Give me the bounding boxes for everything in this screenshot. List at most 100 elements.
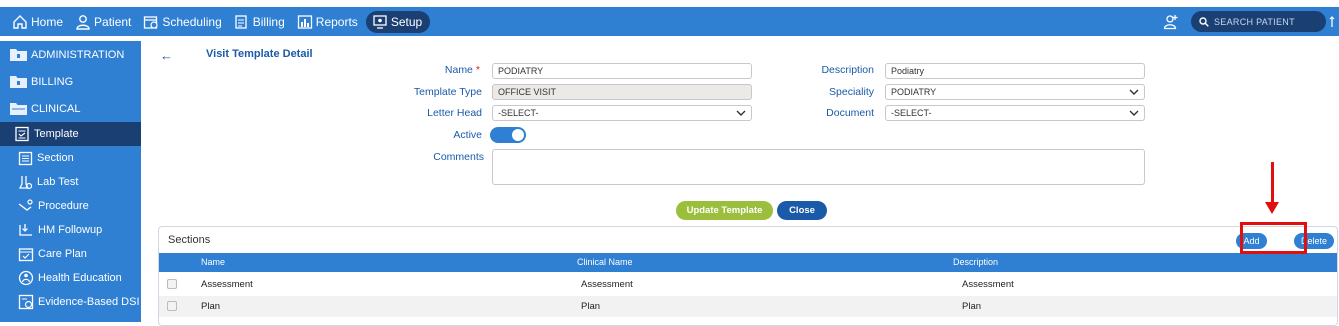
sidebar-item-health-education[interactable]: Health Education bbox=[0, 266, 141, 290]
sidebar-item-section[interactable]: Section bbox=[0, 146, 141, 170]
sidebar-item-label: Health Education bbox=[38, 272, 122, 284]
sidebar-item-label: Template bbox=[34, 128, 79, 140]
sidebar-item-hm-followup[interactable]: HM Followup bbox=[0, 218, 141, 242]
billing-icon bbox=[235, 14, 247, 29]
active-toggle[interactable] bbox=[490, 127, 526, 143]
row-checkbox[interactable] bbox=[167, 279, 177, 289]
description-input[interactable]: Podiatry bbox=[885, 63, 1145, 79]
sections-table-header: Name Clinical Name Description bbox=[159, 253, 1337, 272]
letter-head-select[interactable]: -SELECT- bbox=[492, 105, 752, 121]
template-icon bbox=[15, 126, 29, 142]
sidebar-item-billing[interactable]: BILLING bbox=[0, 68, 141, 95]
health-education-icon bbox=[18, 270, 34, 286]
sidebar-item-label: Section bbox=[37, 152, 74, 164]
active-label: Active bbox=[453, 129, 482, 141]
nav-scheduling[interactable]: Scheduling bbox=[143, 11, 222, 33]
comments-textarea[interactable] bbox=[492, 149, 1145, 185]
letter-head-value: -SELECT- bbox=[498, 108, 539, 118]
search-icon bbox=[1199, 16, 1209, 27]
document-select[interactable]: -SELECT- bbox=[885, 105, 1145, 121]
row-name: Plan bbox=[201, 301, 221, 312]
speciality-value: PODIATRY bbox=[891, 87, 937, 97]
search-placeholder: SEARCH PATIENT bbox=[1214, 16, 1295, 27]
nav-home[interactable]: Home bbox=[12, 11, 63, 33]
sidebar-group-label: CLINICAL bbox=[31, 102, 81, 115]
row-description: Assessment bbox=[962, 279, 1014, 290]
procedure-icon bbox=[18, 198, 33, 211]
update-template-button[interactable]: Update Template bbox=[676, 201, 773, 220]
sidebar-item-lab-test[interactable]: Lab Test bbox=[0, 170, 141, 194]
nav-setup-label: Setup bbox=[390, 14, 423, 29]
sidebar-group-label: ADMINISTRATION bbox=[31, 48, 125, 61]
top-right-tools: SEARCH PATIENT bbox=[1163, 7, 1339, 36]
sidebar-item-procedure[interactable]: Procedure bbox=[0, 194, 141, 218]
user-icon bbox=[76, 14, 90, 30]
search-patient-input[interactable]: SEARCH PATIENT bbox=[1191, 11, 1326, 32]
table-row[interactable]: Assessment Assessment Assessment bbox=[159, 274, 1337, 295]
nav-billing-label: Billing bbox=[252, 14, 285, 29]
page-title: Visit Template Detail bbox=[206, 48, 313, 60]
speciality-label: Speciality bbox=[829, 86, 874, 98]
chevron-down-icon bbox=[1129, 110, 1139, 116]
nav-patient-label: Patient bbox=[94, 14, 132, 29]
lab-test-icon bbox=[18, 175, 33, 189]
folder-icon bbox=[10, 76, 27, 88]
column-header-name[interactable]: Name bbox=[201, 253, 225, 272]
row-checkbox[interactable] bbox=[167, 301, 177, 311]
setup-icon bbox=[373, 14, 387, 29]
name-label: Name * bbox=[444, 64, 480, 76]
comments-label: Comments bbox=[433, 151, 484, 163]
row-description: Plan bbox=[962, 301, 982, 312]
add-user-icon[interactable] bbox=[1163, 14, 1179, 30]
template-type-label: Template Type bbox=[413, 86, 482, 98]
swap-icon[interactable] bbox=[1329, 15, 1339, 29]
evidence-icon bbox=[18, 294, 34, 310]
sections-panel: Sections Add Delete Name Clinical Name D… bbox=[158, 226, 1338, 326]
sidebar-item-label: Lab Test bbox=[37, 176, 79, 188]
nav-billing[interactable]: Billing bbox=[234, 11, 285, 33]
home-icon bbox=[13, 14, 27, 29]
nav-scheduling-label: Scheduling bbox=[162, 14, 222, 29]
sidebar: ADMINISTRATION BILLING CLINICAL Template… bbox=[0, 41, 141, 322]
nav-setup[interactable]: Setup bbox=[365, 10, 431, 33]
back-arrow-icon[interactable]: ← bbox=[160, 48, 173, 63]
sidebar-item-administration[interactable]: ADMINISTRATION bbox=[0, 41, 141, 68]
sidebar-item-template[interactable]: Template bbox=[0, 122, 141, 146]
row-clinical-name: Assessment bbox=[581, 279, 633, 290]
required-marker: * bbox=[475, 64, 480, 76]
row-clinical-name: Plan bbox=[581, 301, 601, 312]
row-name: Assessment bbox=[201, 279, 253, 290]
sidebar-item-label: Procedure bbox=[38, 200, 89, 212]
sidebar-item-label: Care Plan bbox=[38, 248, 87, 260]
section-icon bbox=[18, 151, 33, 165]
care-plan-icon bbox=[18, 248, 34, 262]
speciality-select[interactable]: PODIATRY bbox=[885, 84, 1145, 100]
letter-head-label: Letter Head bbox=[427, 107, 482, 119]
column-header-description[interactable]: Description bbox=[953, 253, 998, 272]
name-input[interactable]: PODIATRY bbox=[492, 63, 752, 79]
sidebar-item-evidence-based-dsi[interactable]: Evidence-Based DSI bbox=[0, 290, 141, 314]
nav-reports[interactable]: Reports bbox=[297, 11, 358, 33]
annotation-arrow-head bbox=[1265, 202, 1279, 214]
sections-title: Sections bbox=[168, 234, 211, 246]
sidebar-group-label: BILLING bbox=[31, 75, 74, 88]
document-value: -SELECT- bbox=[891, 108, 932, 118]
table-row[interactable]: Plan Plan Plan bbox=[159, 296, 1337, 317]
sidebar-item-care-plan[interactable]: Care Plan bbox=[0, 242, 141, 266]
description-label: Description bbox=[821, 64, 874, 76]
calendar-icon bbox=[144, 15, 158, 29]
close-button[interactable]: Close bbox=[777, 201, 827, 220]
annotation-arrow bbox=[1271, 162, 1274, 204]
template-type-field: OFFICE VISIT bbox=[492, 84, 752, 100]
nav-patient[interactable]: Patient bbox=[75, 11, 131, 33]
chevron-down-icon bbox=[736, 110, 746, 116]
nav-home-label: Home bbox=[31, 14, 64, 29]
column-header-clinical-name[interactable]: Clinical Name bbox=[577, 253, 633, 272]
sidebar-item-label: Evidence-Based DSI bbox=[38, 296, 140, 308]
top-nav-bar: Home Patient Scheduling Billing Reports … bbox=[0, 7, 1339, 36]
nav-reports-label: Reports bbox=[315, 14, 358, 29]
folder-open-icon bbox=[10, 103, 27, 115]
chevron-down-icon bbox=[1129, 89, 1139, 95]
sidebar-item-clinical[interactable]: CLINICAL bbox=[0, 95, 141, 122]
annotation-highlight-box bbox=[1240, 222, 1307, 254]
